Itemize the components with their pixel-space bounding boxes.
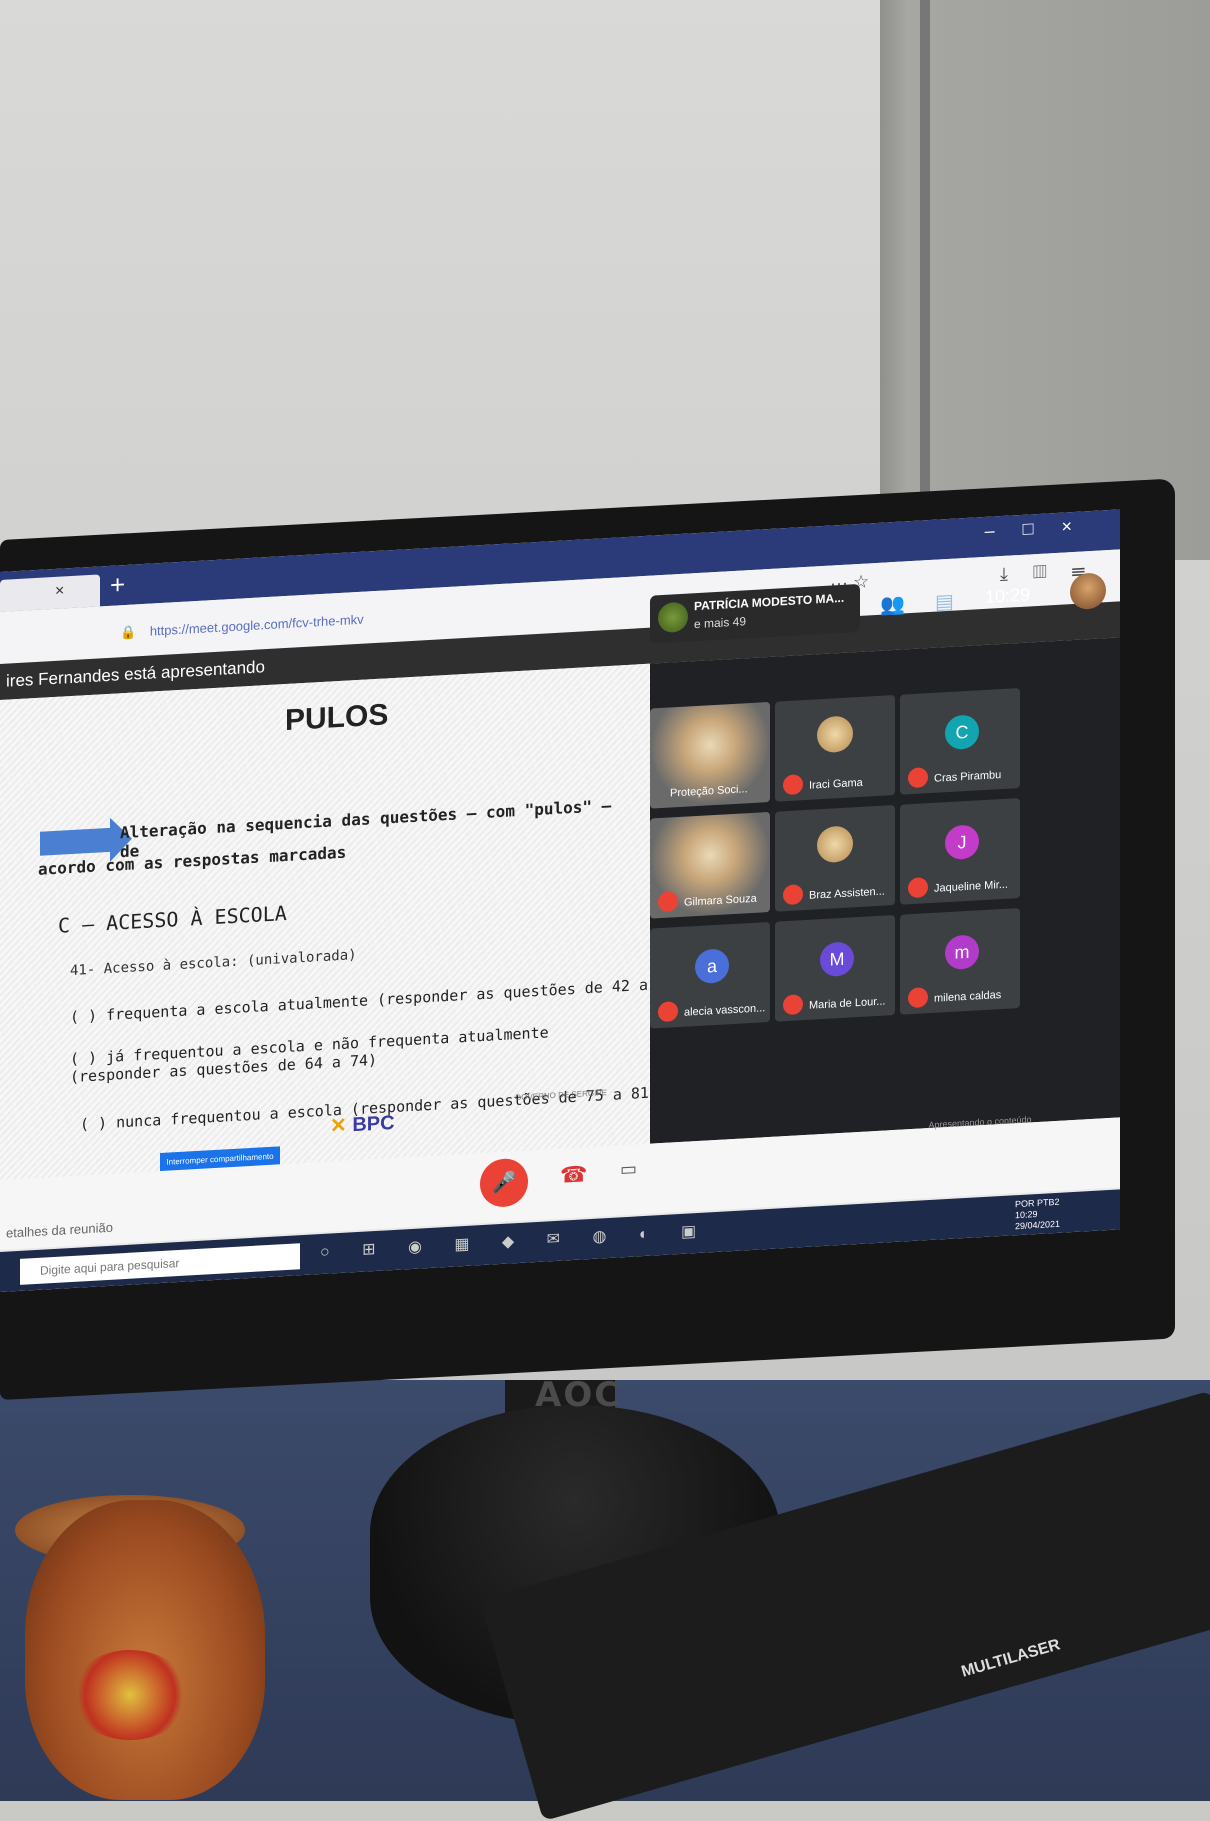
participant-tile[interactable]: Iraci Gama (775, 694, 895, 802)
participant-grid: Proteção Soci... Iraci Gama C Cras Piram… (650, 637, 1120, 1144)
participant-tile[interactable]: Braz Assisten... (775, 804, 895, 912)
slide-title: PULOS (285, 698, 389, 738)
participant-tile[interactable]: J Jaqueline Mir... (900, 797, 1020, 905)
participant-tile[interactable]: C Cras Pirambu (900, 687, 1020, 795)
avatar (658, 601, 688, 634)
tab-close-icon[interactable]: × (55, 582, 64, 601)
participant-name: Iraci Gama (809, 776, 863, 792)
camera-toggle-button[interactable]: ▭ (620, 1158, 637, 1180)
monitor-screen: × + –□× 🔒 https://meet.google.com/fcv-tr… (0, 509, 1120, 1292)
participant-photo (817, 715, 853, 754)
monitor-brand-logo: AOC (535, 1375, 622, 1415)
participant-count: e mais 49 (694, 614, 747, 632)
participant-tile[interactable]: Gilmara Souza (650, 811, 770, 919)
lock-icon: 🔒 (120, 624, 137, 641)
participant-tile[interactable]: m milena caldas (900, 907, 1020, 1015)
participant-tile[interactable]: a alecia vasscon... (650, 921, 770, 1029)
participant-name: alecia vasscon... (684, 1002, 766, 1019)
bpc-logo-text: BPC (352, 1111, 395, 1137)
arrow-right-icon (40, 827, 110, 856)
participant-tile[interactable]: M Maria de Lour... (775, 914, 895, 1022)
meet-clock: 10:29 (985, 584, 1031, 607)
system-clock: POR PTB2 10:29 29/04/2021 (1015, 1197, 1060, 1233)
participant-name: Maria de Lour... (809, 995, 886, 1012)
participant-initial: J (945, 824, 979, 861)
participant-photo (817, 825, 853, 864)
participant-tile[interactable]: Proteção Soci... (650, 701, 770, 809)
mic-off-icon (908, 767, 928, 789)
people-icon[interactable]: 👥 (880, 591, 905, 617)
participant-initial: C (945, 714, 979, 751)
mic-off-icon (908, 987, 928, 1009)
chat-icon[interactable]: ▤ (935, 589, 954, 615)
participant-name: milena caldas (934, 989, 1002, 1005)
speaker-name: PATRÍCIA MODESTO MA... (694, 590, 845, 614)
vase-flower-decoration (70, 1650, 190, 1740)
bpc-logo: ✕ BPC (330, 1111, 395, 1138)
participant-initial: m (945, 934, 979, 971)
mic-off-icon (783, 994, 803, 1016)
mic-off-icon (908, 877, 928, 899)
participant-name: Cras Pirambu (934, 769, 1002, 785)
mic-off-icon (658, 1001, 678, 1023)
mic-off-icon (783, 774, 803, 796)
participant-name: Braz Assisten... (809, 885, 885, 902)
hang-up-button[interactable]: ☎ (560, 1161, 587, 1189)
participant-initial: M (820, 941, 854, 978)
new-tab-button[interactable]: + (110, 569, 125, 601)
door-frame (920, 0, 930, 560)
participant-name: Jaqueline Mir... (934, 878, 1008, 895)
participant-initial: a (695, 948, 729, 985)
ceramic-vase (25, 1500, 265, 1800)
mic-off-icon (783, 884, 803, 906)
